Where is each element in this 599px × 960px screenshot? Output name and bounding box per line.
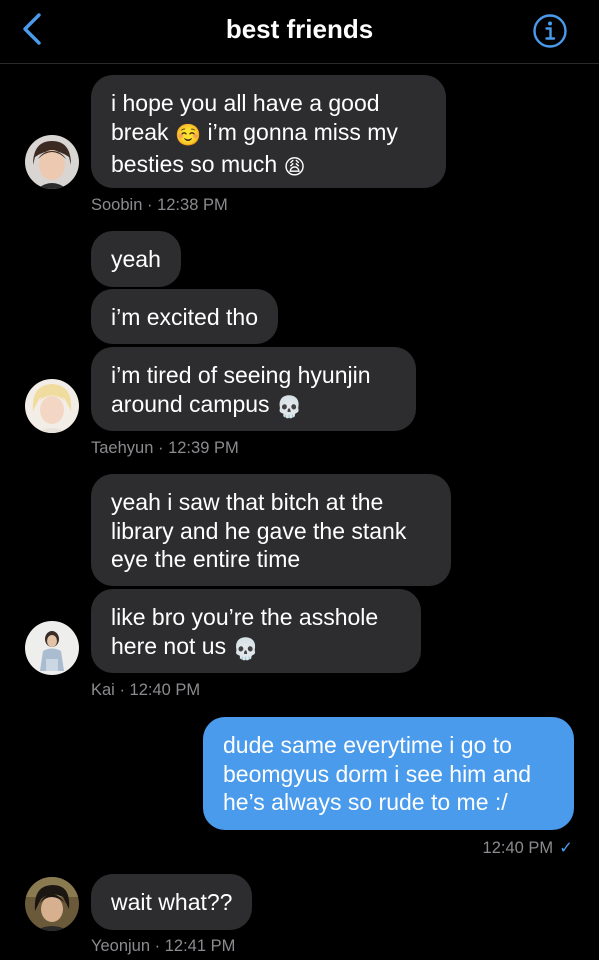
timestamp: 12:40 PM <box>482 839 554 857</box>
message-bubble[interactable]: wait what?? <box>91 874 253 930</box>
message-text-line: around campus 💀 <box>111 390 396 423</box>
skull-emoji: 💀 <box>232 637 259 661</box>
info-button[interactable] <box>532 13 568 49</box>
chat-header: best friends <box>0 0 599 64</box>
sender-name: Soobin <box>91 196 143 214</box>
chat-title[interactable]: best friends <box>0 14 599 45</box>
avatar-soobin[interactable] <box>25 135 79 189</box>
message-text-line: like bro you’re the asshole <box>111 604 379 630</box>
avatar-yeonjun[interactable] <box>25 877 79 931</box>
message-text-line: beomgyus dorm i see him and <box>223 760 532 787</box>
message-meta: Kai · 12:40 PM <box>91 681 200 700</box>
message-bubble[interactable]: i hope you all have a good break ☺️ i’m … <box>91 75 446 188</box>
timestamp: 12:39 PM <box>168 439 239 457</box>
message-meta: 12:40 PM ✓ <box>483 838 573 858</box>
avatar-kai[interactable] <box>25 621 79 675</box>
message-text-line: i’m tired of seeing hyunjin <box>111 362 371 388</box>
message-text-line: yeah <box>111 246 161 272</box>
message-text: besties so much <box>111 151 278 177</box>
message-text-line: dude same everytime i go to <box>223 732 512 758</box>
message-bubble[interactable]: i’m tired of seeing hyunjin around campu… <box>91 347 416 431</box>
sender-name: Kai <box>91 681 115 699</box>
message-text-line: library and he gave the stank <box>111 517 407 544</box>
skull-emoji: 💀 <box>275 395 303 419</box>
meta-separator: · <box>146 196 153 214</box>
message-text-line: break ☺️ i’m gonna miss my <box>111 118 426 151</box>
message-text-line: yeah i saw that bitch at the <box>111 489 384 515</box>
message-text-line: here not us 💀 <box>111 632 401 665</box>
sent-check-icon: ✓ <box>559 839 573 857</box>
message-meta: Taehyun · 12:39 PM <box>91 439 239 458</box>
meta-separator: · <box>157 439 164 457</box>
timestamp: 12:41 PM <box>164 937 236 955</box>
message-meta: Yeonjun · 12:41 PM <box>91 937 235 956</box>
outgoing-message-bubble[interactable]: dude same everytime i go to beomgyus dor… <box>203 717 574 830</box>
message-text-line: besties so much 😩 <box>111 150 426 183</box>
message-text-line: eye the entire time <box>111 546 301 572</box>
message-text-line: he’s always so rude to me :/ <box>223 789 508 815</box>
timestamp: 12:40 PM <box>129 681 201 699</box>
message-bubble[interactable]: like bro you’re the asshole here not us … <box>91 589 421 673</box>
message-bubble[interactable]: i’m excited tho <box>91 289 279 344</box>
info-icon <box>533 14 567 48</box>
sender-name: Taehyun <box>91 439 154 457</box>
meta-separator: · <box>119 681 125 699</box>
timestamp: 12:38 PM <box>157 196 228 214</box>
message-bubble[interactable]: yeah <box>91 231 181 287</box>
message-text-line: wait what?? <box>111 889 233 915</box>
avatar-taehyun[interactable] <box>25 379 79 433</box>
message-bubble[interactable]: yeah i saw that bitch at the library and… <box>91 474 451 586</box>
message-text: around campus <box>111 390 270 417</box>
message-text: here not us <box>111 632 227 659</box>
message-text: i’m gonna miss my <box>207 118 398 145</box>
sender-name: Yeonjun <box>91 937 151 955</box>
message-meta: Soobin · 12:38 PM <box>91 196 228 215</box>
weary-face-emoji: 😩 <box>283 156 306 179</box>
smiling-emoji: ☺️ <box>174 123 202 147</box>
message-text-line: i’m excited tho <box>111 304 259 330</box>
message-text-line: i hope you all have a good <box>111 90 380 116</box>
meta-separator: · <box>154 937 161 955</box>
message-text: break <box>111 118 169 145</box>
